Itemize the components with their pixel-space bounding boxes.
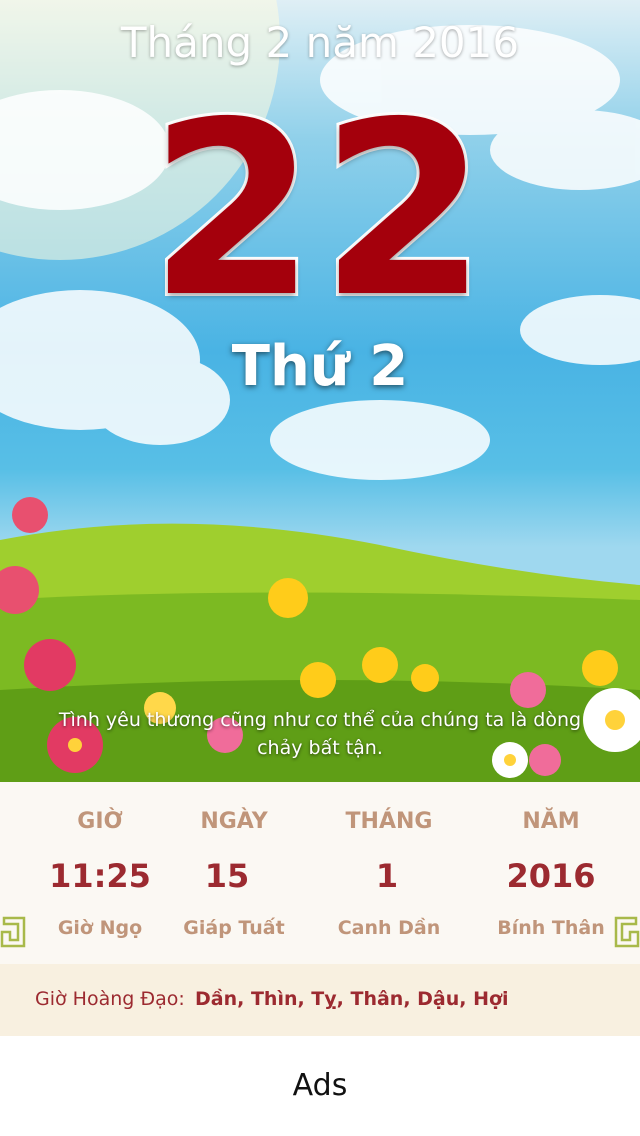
lunar-day-name: Giáp Tuất [183, 917, 285, 939]
auspicious-hours-list: Dần, Thìn, Tỵ, Thân, Dậu, Hợi [195, 988, 509, 1010]
lunar-year-value: 2016 [506, 857, 596, 895]
lunar-month-name: Canh Dần [337, 917, 441, 939]
lunar-month-label: THÁNG [345, 809, 433, 834]
ad-banner[interactable]: Ads [0, 1036, 640, 1136]
lunar-year-name: Bính Thân [497, 917, 605, 939]
month-year-title: Tháng 2 năm 2016 [120, 18, 520, 67]
lunar-month-value: 1 [375, 857, 399, 895]
lunar-day-value: 15 [204, 857, 250, 895]
auspicious-hours-bar: Giờ Hoàng Đạo: Dần, Thìn, Tỵ, Thân, Dậu,… [0, 964, 640, 1036]
lunar-hour-name: Giờ Ngọ [57, 917, 143, 939]
background-scene: Tháng 2 năm 2016 22 Thứ 2 Tình yêu thươn… [0, 0, 640, 782]
day-number: 22 [146, 70, 491, 350]
lunar-info-panel: GIỜ 11:25 Giờ Ngọ NGÀY 15 Giáp Tuất THÁN… [0, 782, 640, 965]
daily-quote: Tình yêu thương cũng như cơ thể của chún… [10, 706, 630, 762]
quote-line-1: Tình yêu thương cũng như cơ thể của chún… [58, 709, 582, 731]
ad-label: Ads [292, 1068, 348, 1103]
lunar-day-label: NGÀY [200, 809, 268, 834]
lunar-year-label: NĂM [522, 809, 580, 834]
quote-line-2: chảy bất tận. [257, 737, 383, 759]
auspicious-hours-label: Giờ Hoàng Đạo: [35, 988, 185, 1010]
weekday-label: Thứ 2 [231, 334, 409, 399]
lunar-hour-label: GIỜ [77, 809, 123, 834]
